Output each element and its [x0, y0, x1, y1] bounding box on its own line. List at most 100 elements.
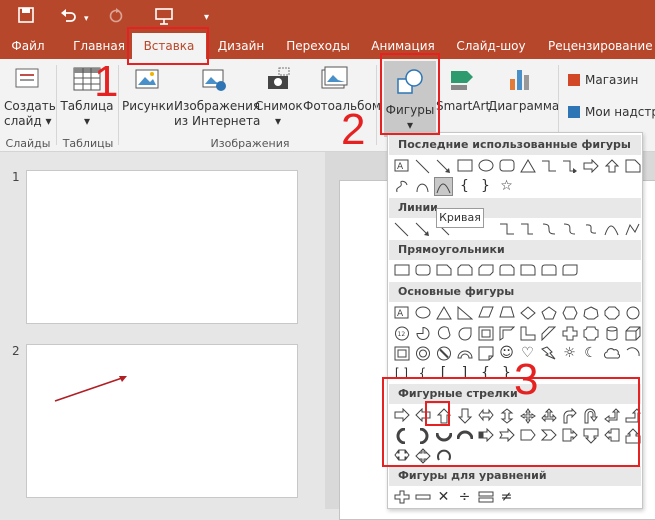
diamond-icon[interactable]	[518, 304, 537, 323]
pie-icon[interactable]	[413, 324, 432, 343]
no-symbol-icon[interactable]	[434, 344, 453, 363]
customize-qat-icon[interactable]: ▾	[204, 9, 209, 27]
redo-icon[interactable]	[108, 7, 124, 27]
snip-single-corner-icon[interactable]	[434, 262, 453, 281]
folded-corner-icon[interactable]	[476, 344, 495, 363]
dodecagon-icon[interactable]: 12	[392, 324, 411, 343]
oval-icon[interactable]	[413, 304, 432, 323]
left-brace-icon[interactable]: {	[455, 177, 474, 196]
decagon-icon[interactable]	[623, 304, 642, 323]
freeform-line-icon[interactable]	[623, 220, 642, 239]
lightning-bolt-icon[interactable]	[539, 344, 558, 363]
save-icon[interactable]	[18, 7, 34, 27]
tab-file[interactable]: Файл	[8, 33, 48, 59]
rect-icon[interactable]	[392, 262, 411, 281]
arc-shape-icon[interactable]	[413, 177, 432, 196]
star-shape-icon[interactable]: ☆	[497, 177, 516, 196]
curve-shape-icon[interactable]	[434, 177, 453, 196]
plaque-icon[interactable]	[581, 324, 600, 343]
trapezoid-icon[interactable]	[497, 304, 516, 323]
group-label-images: Изображения	[210, 137, 290, 150]
undo-icon[interactable]	[60, 7, 78, 27]
store-button[interactable]: Магазин	[568, 73, 638, 87]
my-addins-button[interactable]: Мои надстро	[568, 105, 655, 119]
divide-shape-icon[interactable]: ÷	[455, 488, 474, 507]
plus-shape-icon[interactable]	[392, 488, 411, 507]
line-icon[interactable]	[392, 220, 411, 239]
hexagon-icon[interactable]	[560, 304, 579, 323]
parallelogram-icon[interactable]	[476, 304, 495, 323]
round-diagonal-icon[interactable]	[560, 262, 579, 281]
curved-double-arrow-icon[interactable]	[581, 220, 600, 239]
moon-icon[interactable]: ☾	[581, 344, 600, 363]
round-same-side-icon[interactable]	[539, 262, 558, 281]
right-arrow-shape-icon[interactable]	[581, 157, 600, 176]
cross-icon[interactable]	[560, 324, 579, 343]
can-icon[interactable]	[602, 324, 621, 343]
bevel-icon[interactable]	[392, 344, 411, 363]
snip-same-side-icon[interactable]	[455, 262, 474, 281]
undo-dropdown-icon[interactable]: ▾	[84, 10, 89, 28]
diagonal-stripe-icon[interactable]	[539, 324, 558, 343]
curve-line-icon[interactable]	[602, 220, 621, 239]
elbow-arrow-connector-icon[interactable]	[560, 157, 579, 176]
rectangle-shape-icon[interactable]	[455, 157, 474, 176]
right-brace-icon[interactable]: }	[476, 177, 495, 196]
text-box-icon[interactable]: A	[392, 304, 411, 323]
up-arrow-shape-icon[interactable]	[602, 157, 621, 176]
line-arrow-icon[interactable]	[413, 220, 432, 239]
presentation-icon[interactable]	[154, 7, 174, 29]
l-shape-icon[interactable]	[518, 324, 537, 343]
donut-icon[interactable]	[413, 344, 432, 363]
tab-design[interactable]: Дизайн	[212, 33, 270, 59]
block-arc-icon[interactable]	[455, 344, 474, 363]
octagon-icon[interactable]	[602, 304, 621, 323]
triangle-icon[interactable]	[434, 304, 453, 323]
minus-shape-icon[interactable]	[413, 488, 432, 507]
elbow-connector-icon[interactable]	[497, 220, 516, 239]
chart-button[interactable]: Диаграмма	[488, 65, 559, 114]
equal-shape-icon[interactable]	[476, 488, 495, 507]
pictures-button[interactable]: Рисунки	[122, 65, 174, 114]
not-equal-shape-icon[interactable]: ≠	[497, 488, 516, 507]
slide-thumbnail-1[interactable]	[26, 170, 298, 324]
freeform-scribble-icon[interactable]	[392, 177, 411, 196]
snip-rect-shape-icon[interactable]	[623, 157, 642, 176]
cube-icon[interactable]	[623, 324, 642, 343]
line-shape-icon[interactable]	[413, 157, 432, 176]
multiply-shape-icon[interactable]: ✕	[434, 488, 453, 507]
frame-icon[interactable]	[476, 324, 495, 343]
rounded-rect-icon[interactable]	[413, 262, 432, 281]
tab-review[interactable]: Рецензирование	[548, 33, 653, 59]
chord-icon[interactable]	[434, 324, 453, 343]
curved-arrow-connector-icon[interactable]	[560, 220, 579, 239]
elbow-connector-icon[interactable]	[539, 157, 558, 176]
cloud-icon[interactable]	[602, 344, 621, 363]
online-pictures-label-1: Изображения	[174, 99, 261, 113]
teardrop-icon[interactable]	[455, 324, 474, 343]
new-slide-button[interactable]: Создать слайд ▾	[4, 65, 56, 129]
tab-home[interactable]: Главная	[70, 33, 128, 59]
arc-icon[interactable]	[623, 344, 642, 363]
smartart-button[interactable]: SmartArt	[436, 65, 490, 114]
half-frame-icon[interactable]	[497, 324, 516, 343]
snip-round-icon[interactable]	[497, 262, 516, 281]
round-single-corner-icon[interactable]	[518, 262, 537, 281]
text-box-shape-icon[interactable]: A	[392, 157, 411, 176]
slide-thumbnail-2[interactable]	[26, 344, 298, 498]
heptagon-icon[interactable]	[581, 304, 600, 323]
tab-slideshow[interactable]: Слайд-шоу	[456, 33, 526, 59]
elbow-arrow-icon[interactable]	[518, 220, 537, 239]
snip-diagonal-icon[interactable]	[476, 262, 495, 281]
triangle-shape-icon[interactable]	[518, 157, 537, 176]
online-pictures-button[interactable]: Изображения из Интернета	[174, 65, 261, 129]
tab-transitions[interactable]: Переходы	[284, 33, 352, 59]
oval-shape-icon[interactable]	[476, 157, 495, 176]
curved-connector-icon[interactable]	[539, 220, 558, 239]
sun-icon[interactable]: ☼	[560, 344, 579, 363]
pentagon-icon[interactable]	[539, 304, 558, 323]
rounded-rect-shape-icon[interactable]	[497, 157, 516, 176]
arrow-shape-icon[interactable]	[434, 157, 453, 176]
screenshot-button[interactable]: Снимок ▾	[255, 65, 303, 129]
right-triangle-icon[interactable]	[455, 304, 474, 323]
